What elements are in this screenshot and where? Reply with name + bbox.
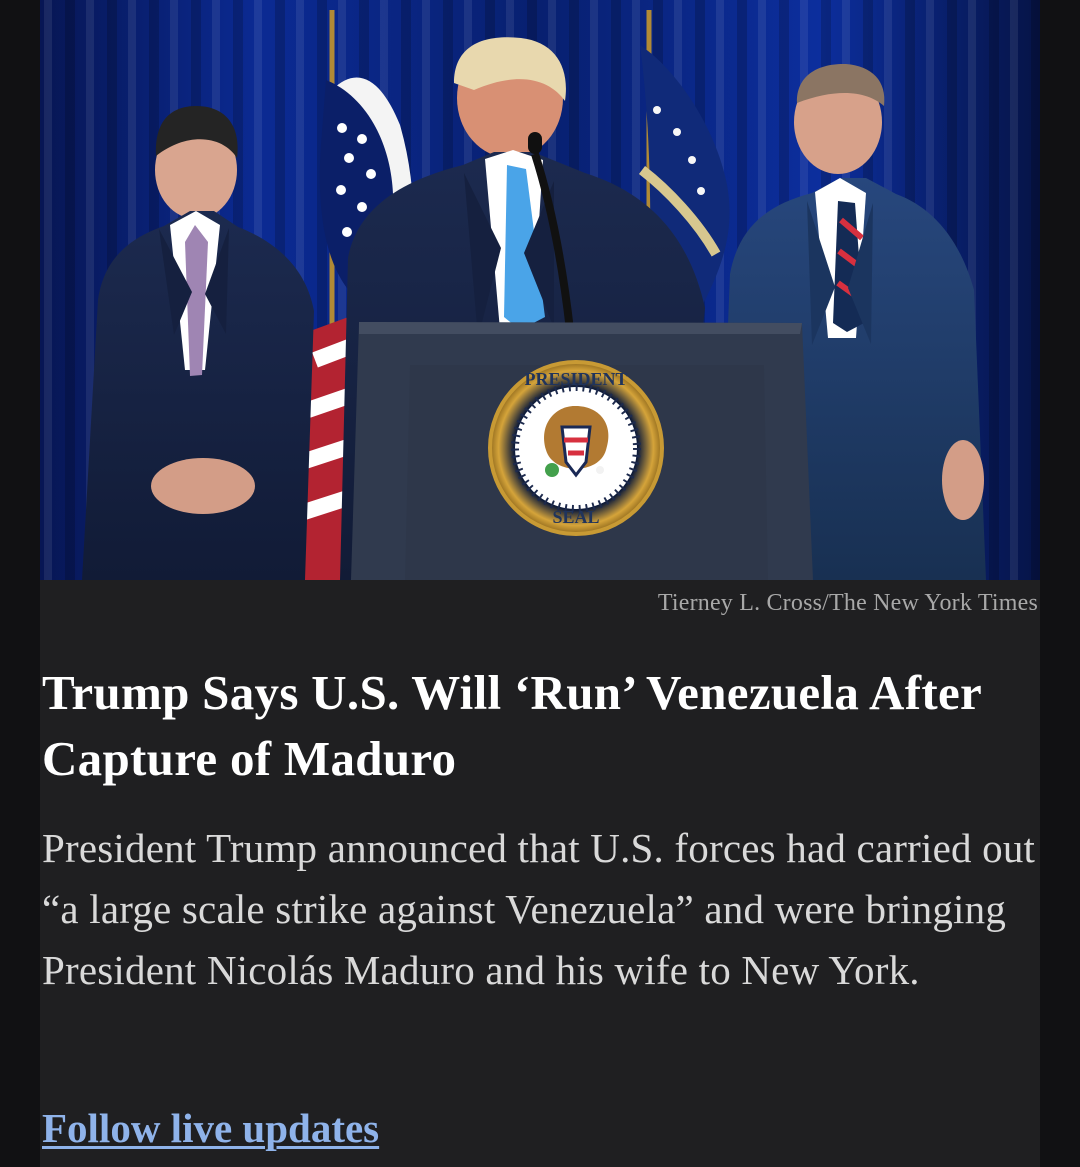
left-margin: [0, 0, 40, 1167]
article-photo[interactable]: PRESIDENT SEAL: [40, 0, 1040, 580]
press-conference-image: PRESIDENT SEAL: [40, 0, 1040, 580]
podium: PRESIDENT SEAL: [351, 322, 813, 580]
follow-live-updates-link[interactable]: Follow live updates: [42, 1100, 379, 1156]
svg-text:PRESIDENT: PRESIDENT: [524, 369, 627, 389]
article-summary: President Trump announced that U.S. forc…: [42, 825, 1036, 993]
presidential-seal-icon: PRESIDENT SEAL: [488, 360, 664, 536]
right-margin: [1040, 0, 1080, 1167]
article-card: PRESIDENT SEAL Tierney L. Cross/The New …: [40, 0, 1040, 1167]
photo-credit: Tierney L. Cross/The New York Times: [657, 590, 1038, 616]
article-headline[interactable]: Trump Says U.S. Will ‘Run’ Venezuela Aft…: [42, 660, 1027, 792]
svg-text:SEAL: SEAL: [552, 507, 599, 527]
